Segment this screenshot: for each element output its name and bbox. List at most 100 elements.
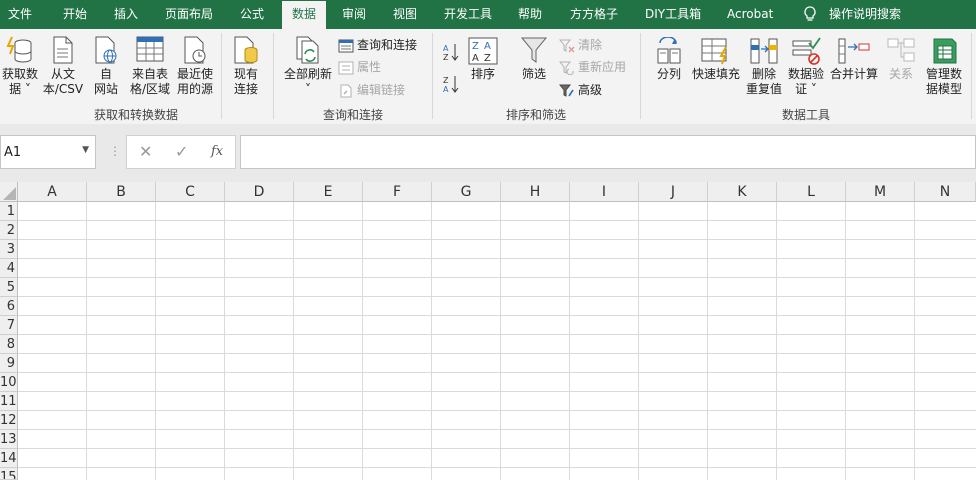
cell-area[interactable] xyxy=(18,202,976,480)
tab-insert[interactable]: 插入 xyxy=(114,0,138,29)
select-all-corner[interactable] xyxy=(0,182,18,202)
svg-text:Z: Z xyxy=(484,53,491,64)
tab-view[interactable]: 视图 xyxy=(393,0,417,29)
row-header-14[interactable]: 14 xyxy=(0,449,18,468)
from-table-range-label: 来自表 格/区域 xyxy=(129,67,171,96)
svg-text:A: A xyxy=(443,85,449,94)
tab-ffcell[interactable]: 方方格子 xyxy=(570,0,618,29)
remove-duplicates-button[interactable]: 删除 重复值 xyxy=(744,37,784,97)
reapply-button[interactable]: 重新应用 xyxy=(558,57,626,77)
tab-data[interactable]: 数据 xyxy=(282,1,327,29)
row-header-7[interactable]: 7 xyxy=(0,316,18,335)
refresh-all-button[interactable]: 全部刷新 ˅ xyxy=(281,35,335,97)
data-validation-icon xyxy=(792,37,821,65)
column-header-f[interactable]: F xyxy=(363,182,432,202)
insert-function-icon[interactable]: fx xyxy=(211,144,223,159)
consolidate-label: 合并计算 xyxy=(829,67,878,81)
svg-text:Z: Z xyxy=(472,41,479,52)
column-header-n[interactable]: N xyxy=(915,182,976,202)
sort-ascending-button[interactable]: AZ xyxy=(442,41,463,62)
web-globe-icon xyxy=(95,36,117,64)
clear-filter-label: 清除 xyxy=(578,38,603,52)
row-header-12[interactable]: 12 xyxy=(0,411,18,430)
group-label-data-tools: 数据工具 xyxy=(781,108,830,122)
row-header-13[interactable]: 13 xyxy=(0,430,18,449)
formula-buttons: ✕ ✓ fx xyxy=(126,135,236,169)
row-header-9[interactable]: 9 xyxy=(0,354,18,373)
sort-dialog-icon: Z AA Z xyxy=(468,37,498,65)
recent-sources-button[interactable]: 最近使 用的源 xyxy=(173,35,217,97)
data-validation-button[interactable]: 数据验 证 ˅ xyxy=(786,37,826,97)
from-table-range-button[interactable]: 来自表 格/区域 xyxy=(127,35,173,97)
row-header-1[interactable]: 1 xyxy=(0,202,18,221)
advanced-filter-button[interactable]: 高级 xyxy=(558,80,602,100)
column-header-g[interactable]: G xyxy=(432,182,501,202)
existing-connections-button[interactable]: 现有 连接 xyxy=(226,35,266,97)
column-header-h[interactable]: H xyxy=(501,182,570,202)
sort-descending-button[interactable]: ZA xyxy=(442,73,463,94)
column-header-i[interactable]: I xyxy=(570,182,639,202)
row-header-2[interactable]: 2 xyxy=(0,221,18,240)
column-header-b[interactable]: B xyxy=(87,182,156,202)
clear-filter-icon xyxy=(558,39,575,52)
row-header-10[interactable]: 10 xyxy=(0,373,18,392)
column-header-a[interactable]: A xyxy=(18,182,87,202)
row-header-5[interactable]: 5 xyxy=(0,278,18,297)
from-text-csv-button[interactable]: 从文 本/CSV xyxy=(41,35,85,97)
column-header-j[interactable]: J xyxy=(639,182,708,202)
tab-review[interactable]: 审阅 xyxy=(342,0,366,29)
row-header-15[interactable]: 15 xyxy=(0,468,18,480)
manage-data-model-button[interactable]: 管理数 据模型 xyxy=(922,37,966,97)
flash-fill-button[interactable]: 快速填充 xyxy=(690,37,742,82)
group-label-sort-filter: 排序和筛选 xyxy=(505,108,566,122)
tab-developer[interactable]: 开发工具 xyxy=(444,0,492,29)
tab-acrobat[interactable]: Acrobat xyxy=(727,0,773,29)
tab-formulas[interactable]: 公式 xyxy=(240,0,264,29)
svg-text:Z: Z xyxy=(443,53,449,62)
formula-input[interactable] xyxy=(240,135,976,169)
sort-button[interactable]: ZAAZ 排序 xyxy=(466,37,500,82)
text-to-columns-button[interactable]: 分列 xyxy=(650,37,688,82)
column-header-k[interactable]: K xyxy=(708,182,777,202)
consolidate-button[interactable]: 合并计算 xyxy=(828,37,880,82)
select-all-triangle-icon xyxy=(3,187,16,200)
relationships-icon xyxy=(887,38,915,62)
confirm-icon[interactable]: ✓ xyxy=(175,142,188,161)
get-data-button[interactable]: 获取数 据 ˅ xyxy=(0,35,40,97)
tab-page-layout[interactable]: 页面布局 xyxy=(165,0,213,29)
existing-connections-label: 现有 连接 xyxy=(233,67,258,96)
column-header-m[interactable]: M xyxy=(846,182,915,202)
column-header-e[interactable]: E xyxy=(294,182,363,202)
tell-me-search[interactable]: 操作说明搜索 xyxy=(829,0,901,29)
recent-clock-icon xyxy=(184,36,206,64)
properties-button[interactable]: 属性 xyxy=(338,57,381,77)
from-web-button[interactable]: 自 网站 xyxy=(89,35,123,97)
row-header-6[interactable]: 6 xyxy=(0,297,18,316)
clear-filter-button[interactable]: 清除 xyxy=(558,35,603,55)
queries-pane-icon xyxy=(338,39,354,52)
column-header-l[interactable]: L xyxy=(777,182,846,202)
drag-handle-icon[interactable]: ⋮ xyxy=(109,144,121,158)
row-header-3[interactable]: 3 xyxy=(0,240,18,259)
database-icon xyxy=(6,36,32,63)
row-header-8[interactable]: 8 xyxy=(0,335,18,354)
table-icon xyxy=(136,36,164,62)
tab-file[interactable]: 文件 xyxy=(8,0,32,29)
column-header-d[interactable]: D xyxy=(225,182,294,202)
row-header-4[interactable]: 4 xyxy=(0,259,18,278)
text-to-columns-label: 分列 xyxy=(656,67,681,81)
tab-diy-toolbox[interactable]: DIY工具箱 xyxy=(645,0,701,29)
cancel-icon[interactable]: ✕ xyxy=(139,142,152,161)
recent-sources-label: 最近使 用的源 xyxy=(176,67,213,96)
tab-help[interactable]: 帮助 xyxy=(518,0,542,29)
row-header-11[interactable]: 11 xyxy=(0,392,18,411)
relationships-button[interactable]: 关系 xyxy=(882,37,920,82)
column-header-c[interactable]: C xyxy=(156,182,225,202)
tab-home[interactable]: 开始 xyxy=(63,0,87,29)
name-box[interactable]: A1 ▼ xyxy=(0,135,96,169)
edit-links-button[interactable]: 编辑链接 xyxy=(338,80,405,100)
queries-connections-button[interactable]: 查询和连接 xyxy=(338,35,417,55)
filter-button[interactable]: 筛选 xyxy=(515,35,553,82)
data-validation-label: 数据验 证 ˅ xyxy=(787,67,824,96)
chevron-down-icon[interactable]: ▼ xyxy=(82,145,89,155)
